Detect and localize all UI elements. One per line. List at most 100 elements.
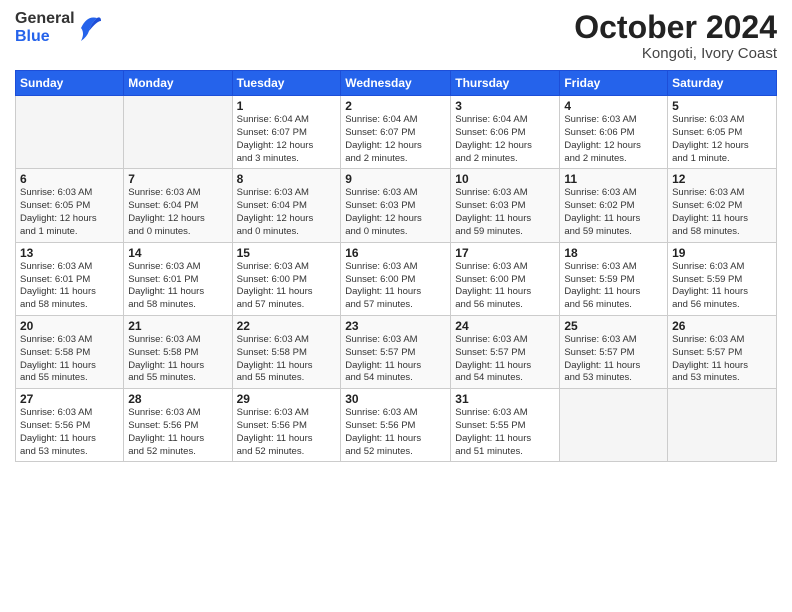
day-number: 13 bbox=[20, 246, 119, 260]
calendar-cell: 29Sunrise: 6:03 AM Sunset: 5:56 PM Dayli… bbox=[232, 389, 341, 462]
calendar-cell: 28Sunrise: 6:03 AM Sunset: 5:56 PM Dayli… bbox=[124, 389, 232, 462]
day-number: 1 bbox=[237, 99, 337, 113]
day-info: Sunrise: 6:03 AM Sunset: 6:04 PM Dayligh… bbox=[128, 187, 227, 238]
day-number: 9 bbox=[345, 172, 446, 186]
header-monday: Monday bbox=[124, 71, 232, 96]
day-number: 31 bbox=[455, 392, 555, 406]
calendar-cell: 16Sunrise: 6:03 AM Sunset: 6:00 PM Dayli… bbox=[341, 242, 451, 315]
calendar-cell bbox=[16, 96, 124, 169]
calendar-cell: 2Sunrise: 6:04 AM Sunset: 6:07 PM Daylig… bbox=[341, 96, 451, 169]
month-title: October 2024 bbox=[574, 10, 777, 45]
day-info: Sunrise: 6:03 AM Sunset: 5:58 PM Dayligh… bbox=[128, 334, 227, 385]
week-row-5: 27Sunrise: 6:03 AM Sunset: 5:56 PM Dayli… bbox=[16, 389, 777, 462]
header-friday: Friday bbox=[560, 71, 668, 96]
calendar-cell bbox=[560, 389, 668, 462]
calendar-cell: 30Sunrise: 6:03 AM Sunset: 5:56 PM Dayli… bbox=[341, 389, 451, 462]
day-info: Sunrise: 6:04 AM Sunset: 6:07 PM Dayligh… bbox=[237, 114, 337, 165]
day-number: 29 bbox=[237, 392, 337, 406]
calendar-cell: 17Sunrise: 6:03 AM Sunset: 6:00 PM Dayli… bbox=[451, 242, 560, 315]
day-number: 12 bbox=[672, 172, 772, 186]
calendar-cell: 19Sunrise: 6:03 AM Sunset: 5:59 PM Dayli… bbox=[668, 242, 777, 315]
calendar-cell: 15Sunrise: 6:03 AM Sunset: 6:00 PM Dayli… bbox=[232, 242, 341, 315]
day-info: Sunrise: 6:03 AM Sunset: 6:02 PM Dayligh… bbox=[672, 187, 772, 238]
logo-general-text: General bbox=[15, 10, 75, 28]
calendar-cell: 27Sunrise: 6:03 AM Sunset: 5:56 PM Dayli… bbox=[16, 389, 124, 462]
day-number: 23 bbox=[345, 319, 446, 333]
day-info: Sunrise: 6:04 AM Sunset: 6:07 PM Dayligh… bbox=[345, 114, 446, 165]
week-row-3: 13Sunrise: 6:03 AM Sunset: 6:01 PM Dayli… bbox=[16, 242, 777, 315]
day-info: Sunrise: 6:03 AM Sunset: 5:55 PM Dayligh… bbox=[455, 407, 555, 458]
calendar-cell: 31Sunrise: 6:03 AM Sunset: 5:55 PM Dayli… bbox=[451, 389, 560, 462]
day-info: Sunrise: 6:03 AM Sunset: 5:57 PM Dayligh… bbox=[564, 334, 663, 385]
day-number: 22 bbox=[237, 319, 337, 333]
day-info: Sunrise: 6:03 AM Sunset: 5:56 PM Dayligh… bbox=[345, 407, 446, 458]
day-number: 11 bbox=[564, 172, 663, 186]
calendar-cell: 10Sunrise: 6:03 AM Sunset: 6:03 PM Dayli… bbox=[451, 169, 560, 242]
day-info: Sunrise: 6:03 AM Sunset: 6:00 PM Dayligh… bbox=[455, 261, 555, 312]
day-number: 24 bbox=[455, 319, 555, 333]
day-number: 27 bbox=[20, 392, 119, 406]
calendar-cell: 24Sunrise: 6:03 AM Sunset: 5:57 PM Dayli… bbox=[451, 315, 560, 388]
day-info: Sunrise: 6:03 AM Sunset: 5:56 PM Dayligh… bbox=[20, 407, 119, 458]
day-number: 10 bbox=[455, 172, 555, 186]
calendar-cell: 4Sunrise: 6:03 AM Sunset: 6:06 PM Daylig… bbox=[560, 96, 668, 169]
day-number: 20 bbox=[20, 319, 119, 333]
day-info: Sunrise: 6:03 AM Sunset: 6:05 PM Dayligh… bbox=[20, 187, 119, 238]
calendar-cell: 18Sunrise: 6:03 AM Sunset: 5:59 PM Dayli… bbox=[560, 242, 668, 315]
logo-blue-text: Blue bbox=[15, 28, 50, 46]
logo: General Blue bbox=[15, 10, 101, 45]
day-number: 25 bbox=[564, 319, 663, 333]
logo-bird-icon bbox=[79, 13, 101, 43]
day-number: 19 bbox=[672, 246, 772, 260]
day-number: 3 bbox=[455, 99, 555, 113]
calendar-cell: 14Sunrise: 6:03 AM Sunset: 6:01 PM Dayli… bbox=[124, 242, 232, 315]
day-info: Sunrise: 6:03 AM Sunset: 5:56 PM Dayligh… bbox=[237, 407, 337, 458]
calendar-cell: 5Sunrise: 6:03 AM Sunset: 6:05 PM Daylig… bbox=[668, 96, 777, 169]
calendar-cell: 20Sunrise: 6:03 AM Sunset: 5:58 PM Dayli… bbox=[16, 315, 124, 388]
day-number: 16 bbox=[345, 246, 446, 260]
calendar-cell bbox=[668, 389, 777, 462]
day-number: 21 bbox=[128, 319, 227, 333]
title-section: October 2024 Kongoti, Ivory Coast bbox=[574, 10, 777, 62]
day-number: 8 bbox=[237, 172, 337, 186]
day-number: 7 bbox=[128, 172, 227, 186]
calendar-cell: 26Sunrise: 6:03 AM Sunset: 5:57 PM Dayli… bbox=[668, 315, 777, 388]
day-info: Sunrise: 6:03 AM Sunset: 6:04 PM Dayligh… bbox=[237, 187, 337, 238]
calendar-container: General Blue October 2024 Kongoti, Ivory… bbox=[0, 0, 792, 472]
day-info: Sunrise: 6:03 AM Sunset: 6:03 PM Dayligh… bbox=[345, 187, 446, 238]
header-sunday: Sunday bbox=[16, 71, 124, 96]
day-info: Sunrise: 6:03 AM Sunset: 6:06 PM Dayligh… bbox=[564, 114, 663, 165]
day-info: Sunrise: 6:03 AM Sunset: 6:00 PM Dayligh… bbox=[345, 261, 446, 312]
subtitle: Kongoti, Ivory Coast bbox=[574, 45, 777, 62]
day-number: 4 bbox=[564, 99, 663, 113]
day-info: Sunrise: 6:04 AM Sunset: 6:06 PM Dayligh… bbox=[455, 114, 555, 165]
week-row-2: 6Sunrise: 6:03 AM Sunset: 6:05 PM Daylig… bbox=[16, 169, 777, 242]
calendar-cell: 21Sunrise: 6:03 AM Sunset: 5:58 PM Dayli… bbox=[124, 315, 232, 388]
header-saturday: Saturday bbox=[668, 71, 777, 96]
calendar-cell bbox=[124, 96, 232, 169]
day-number: 2 bbox=[345, 99, 446, 113]
calendar-cell: 1Sunrise: 6:04 AM Sunset: 6:07 PM Daylig… bbox=[232, 96, 341, 169]
day-number: 17 bbox=[455, 246, 555, 260]
day-number: 15 bbox=[237, 246, 337, 260]
day-number: 26 bbox=[672, 319, 772, 333]
header-tuesday: Tuesday bbox=[232, 71, 341, 96]
calendar-cell: 8Sunrise: 6:03 AM Sunset: 6:04 PM Daylig… bbox=[232, 169, 341, 242]
day-info: Sunrise: 6:03 AM Sunset: 5:56 PM Dayligh… bbox=[128, 407, 227, 458]
day-number: 14 bbox=[128, 246, 227, 260]
days-header-row: Sunday Monday Tuesday Wednesday Thursday… bbox=[16, 71, 777, 96]
calendar-cell: 3Sunrise: 6:04 AM Sunset: 6:06 PM Daylig… bbox=[451, 96, 560, 169]
day-number: 30 bbox=[345, 392, 446, 406]
calendar-cell: 11Sunrise: 6:03 AM Sunset: 6:02 PM Dayli… bbox=[560, 169, 668, 242]
calendar-cell: 22Sunrise: 6:03 AM Sunset: 5:58 PM Dayli… bbox=[232, 315, 341, 388]
day-info: Sunrise: 6:03 AM Sunset: 5:58 PM Dayligh… bbox=[237, 334, 337, 385]
day-info: Sunrise: 6:03 AM Sunset: 5:58 PM Dayligh… bbox=[20, 334, 119, 385]
header: General Blue October 2024 Kongoti, Ivory… bbox=[15, 10, 777, 62]
day-info: Sunrise: 6:03 AM Sunset: 6:01 PM Dayligh… bbox=[20, 261, 119, 312]
day-info: Sunrise: 6:03 AM Sunset: 5:57 PM Dayligh… bbox=[455, 334, 555, 385]
calendar-table: Sunday Monday Tuesday Wednesday Thursday… bbox=[15, 70, 777, 462]
day-info: Sunrise: 6:03 AM Sunset: 6:03 PM Dayligh… bbox=[455, 187, 555, 238]
day-info: Sunrise: 6:03 AM Sunset: 5:59 PM Dayligh… bbox=[564, 261, 663, 312]
week-row-1: 1Sunrise: 6:04 AM Sunset: 6:07 PM Daylig… bbox=[16, 96, 777, 169]
calendar-cell: 6Sunrise: 6:03 AM Sunset: 6:05 PM Daylig… bbox=[16, 169, 124, 242]
